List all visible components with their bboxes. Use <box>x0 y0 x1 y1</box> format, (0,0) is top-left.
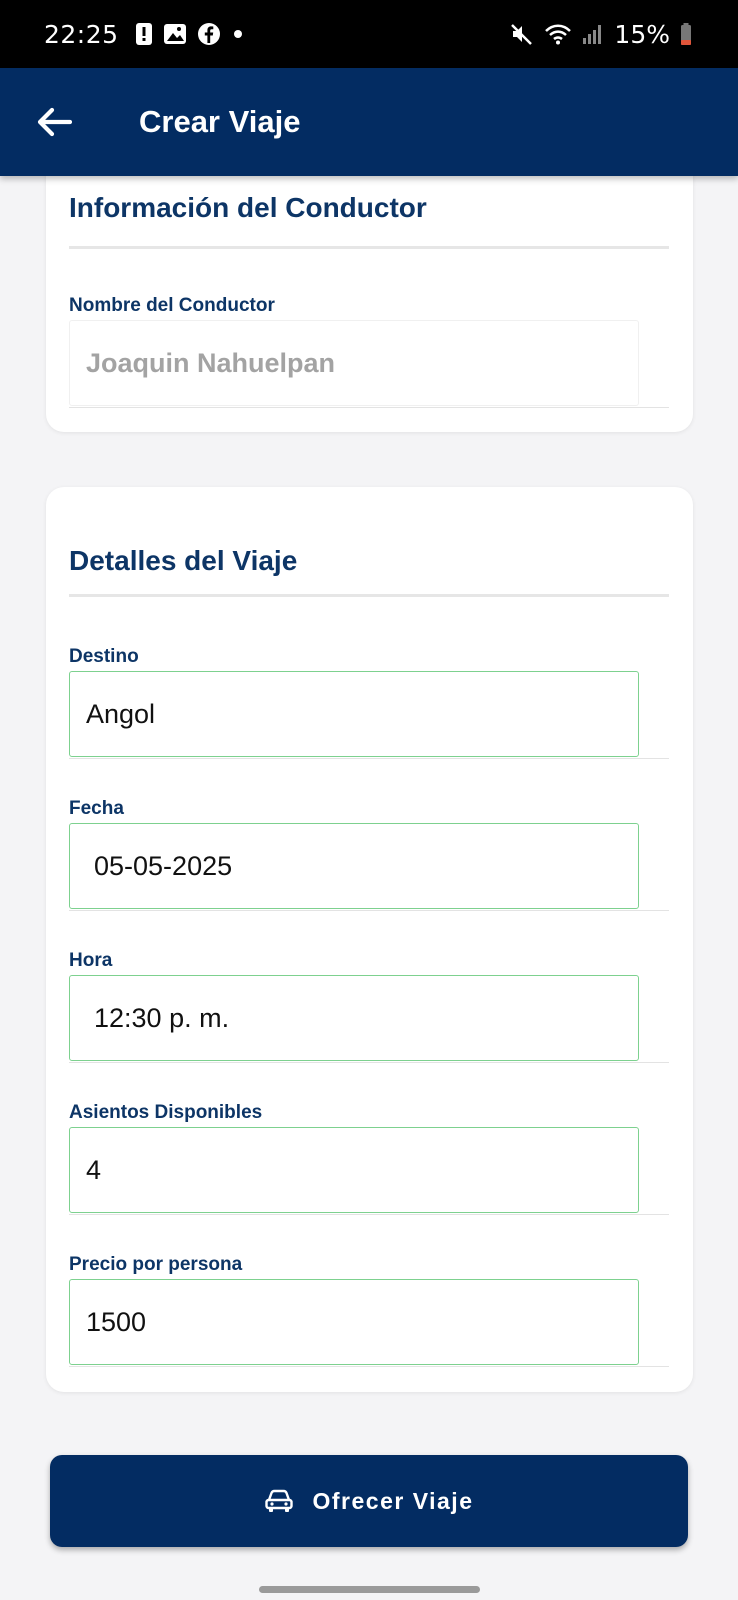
battery-percent: 15% <box>614 19 670 49</box>
driver-card-divider <box>69 246 669 249</box>
gallery-icon <box>163 22 187 46</box>
trip-details-card: Detalles del Viaje Destino Angol Fecha 0… <box>46 487 693 1392</box>
seats-input[interactable]: 4 <box>69 1127 639 1213</box>
driver-card-title: Información del Conductor <box>69 192 427 223</box>
wifi-icon <box>544 22 572 46</box>
seats-underline <box>69 1214 669 1215</box>
time-label: Hora <box>69 950 113 971</box>
alert-icon <box>135 22 153 46</box>
home-indicator[interactable] <box>259 1586 480 1593</box>
driver-name-label: Nombre del Conductor <box>69 295 275 316</box>
dot-icon <box>231 27 245 41</box>
scroll-content[interactable]: Información del Conductor Nombre del Con… <box>0 176 738 1572</box>
price-input[interactable]: 1500 <box>69 1279 639 1365</box>
destination-underline <box>69 758 669 759</box>
signal-icon <box>582 23 604 45</box>
driver-info-card: Información del Conductor Nombre del Con… <box>46 176 693 432</box>
status-time: 22:25 <box>44 19 119 49</box>
destination-input[interactable]: Angol <box>69 671 639 757</box>
date-label: Fecha <box>69 798 124 819</box>
status-left: 22:25 <box>44 20 245 49</box>
seats-label: Asientos Disponibles <box>69 1102 263 1123</box>
price-underline <box>69 1366 669 1367</box>
driver-name-field: Joaquin Nahuelpan <box>69 320 639 406</box>
trip-card-title: Detalles del Viaje <box>69 545 298 576</box>
app-bar: Crear Viaje <box>0 68 738 176</box>
time-underline <box>69 1062 669 1063</box>
system-nav-bar <box>0 1572 738 1600</box>
date-input[interactable]: 05-05-2025 <box>69 823 639 909</box>
time-value: 12:30 p. m. <box>94 1002 230 1033</box>
arrow-left-icon <box>37 107 72 137</box>
battery-icon <box>680 22 692 46</box>
trip-card-divider <box>69 594 669 597</box>
driver-name-underline <box>69 407 669 408</box>
offer-trip-button[interactable]: Ofrecer Viaje <box>50 1455 688 1547</box>
offer-trip-label: Ofrecer Viaje <box>312 1487 474 1514</box>
facebook-icon <box>197 22 221 46</box>
price-value: 1500 <box>86 1306 147 1337</box>
destination-label: Destino <box>69 646 139 667</box>
mute-icon <box>510 22 534 46</box>
seats-value: 4 <box>86 1154 102 1185</box>
car-icon <box>265 1489 294 1512</box>
price-label: Precio por persona <box>69 1254 243 1275</box>
back-button[interactable] <box>24 92 84 152</box>
date-value: 05-05-2025 <box>94 850 233 881</box>
page-title: Crear Viaje <box>139 104 301 139</box>
time-input[interactable]: 12:30 p. m. <box>69 975 639 1061</box>
status-right: 15% <box>510 20 692 49</box>
date-underline <box>69 910 669 911</box>
driver-name-value: Joaquin Nahuelpan <box>86 347 336 378</box>
destination-value: Angol <box>86 698 156 729</box>
status-bar: 22:25 15% <box>0 0 738 68</box>
